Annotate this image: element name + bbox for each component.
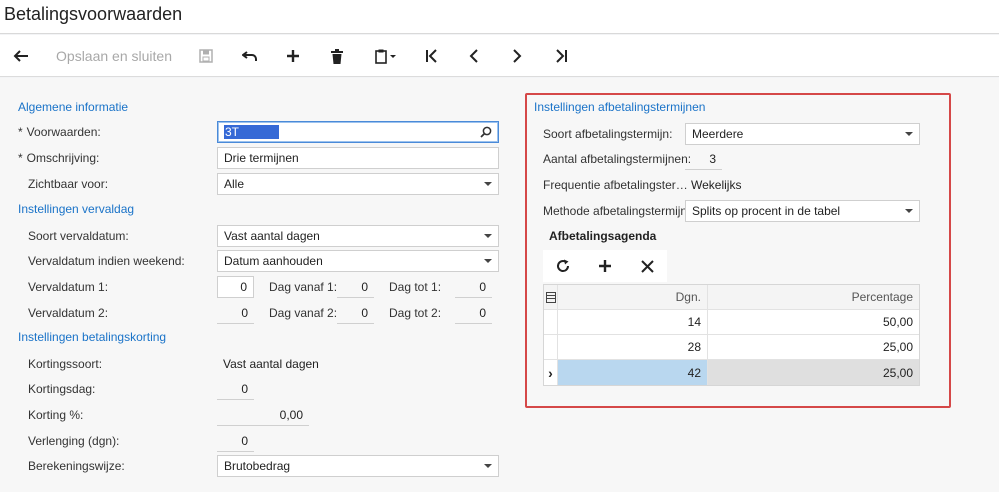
day-from-2-label: Dag vanaf 2: — [269, 306, 338, 320]
schedule-toolbar — [543, 250, 667, 282]
trash-icon[interactable] — [327, 43, 347, 69]
day-from-1-label: Dag vanaf 1: — [269, 280, 338, 294]
add-row-icon[interactable] — [595, 256, 615, 276]
table-row[interactable]: › 42 25,00 — [544, 360, 919, 385]
day-from-2-input[interactable]: 0 — [337, 302, 374, 324]
discount-type-label: Kortingssoort: — [28, 357, 103, 371]
discount-pct-input[interactable]: 0,00 — [217, 404, 309, 426]
chevron-down-icon — [484, 259, 492, 263]
day-from-1-input[interactable]: 0 — [337, 276, 374, 298]
installment-type-label: Soort afbetalingstermijn: — [543, 127, 673, 141]
visible-for-label: Zichtbaar voor: — [28, 177, 109, 191]
description-label: * Omschrijving: — [18, 151, 100, 165]
last-record-icon[interactable] — [551, 43, 571, 69]
due-settings-header: Instellingen vervaldag — [18, 202, 135, 216]
installment-count-input[interactable]: 3 — [685, 148, 722, 170]
calculation-method-label: Berekeningswijze: — [28, 459, 125, 473]
percentage-column-header[interactable]: Percentage — [708, 285, 919, 309]
table-row[interactable]: 14 50,00 — [544, 310, 919, 335]
installment-method-label: Methode afbetalingstermijn: — [543, 204, 691, 218]
search-icon[interactable] — [480, 126, 492, 138]
installment-frequency-value[interactable]: Wekelijks — [685, 174, 805, 196]
due-type-select[interactable]: Vast aantal dagen — [217, 225, 499, 247]
general-info-header: Algemene informatie — [18, 100, 129, 114]
chevron-down-icon — [484, 182, 492, 186]
percentage-cell[interactable]: 25,00 — [708, 335, 919, 359]
grid-header-row: Dgn. Percentage — [544, 285, 919, 310]
undo-icon[interactable] — [240, 43, 260, 69]
days-cell[interactable]: 28 — [558, 335, 708, 359]
title-bar: Betalingsvoorwaarden — [0, 0, 999, 34]
due-date-1-label: Vervaldatum 1: — [28, 280, 109, 294]
refresh-icon[interactable] — [553, 256, 573, 276]
chevron-down-icon — [484, 234, 492, 238]
clipboard-icon[interactable] — [370, 43, 402, 69]
percentage-cell[interactable]: 25,00 — [708, 360, 919, 385]
installment-count-label: Aantal afbetalingstermijnen: — [543, 152, 692, 166]
day-to-2-input[interactable]: 0 — [455, 302, 492, 324]
first-record-icon[interactable] — [422, 43, 442, 69]
active-row-indicator[interactable]: › — [544, 360, 558, 385]
due-date-1-input[interactable]: 0 — [217, 276, 254, 298]
day-to-1-input[interactable]: 0 — [455, 276, 492, 298]
schedule-grid: Dgn. Percentage 14 50,00 28 25,00 › 42 2… — [543, 284, 920, 386]
day-to-2-label: Dag tot 2: — [389, 306, 442, 320]
description-input[interactable]: Drie termijnen — [217, 147, 499, 169]
discount-pct-label: Korting %: — [28, 408, 84, 422]
discount-type-value: Vast aantal dagen — [223, 357, 319, 371]
extension-days-label: Verlenging (dgn): — [28, 434, 120, 448]
form-content: Algemene informatie * Voorwaarden: 3T * Om… — [0, 78, 999, 492]
installment-settings-header: Instellingen afbetalingstermijnen — [534, 100, 706, 114]
extension-days-input[interactable]: 0 — [217, 430, 254, 452]
page-title: Betalingsvoorwaarden — [4, 4, 183, 24]
visible-for-select[interactable]: Alle — [217, 173, 499, 195]
days-column-header[interactable]: Dgn. — [558, 285, 708, 309]
terms-input[interactable]: 3T — [217, 121, 499, 143]
weekend-due-label: Vervaldatum indien weekend: — [28, 254, 185, 268]
percentage-cell[interactable]: 50,00 — [708, 310, 919, 334]
day-to-1-label: Dag tot 1: — [389, 280, 442, 294]
plus-icon[interactable] — [283, 43, 303, 69]
chevron-down-icon — [905, 209, 913, 213]
row-selector[interactable] — [544, 335, 558, 359]
terms-label: * Voorwaarden: — [18, 125, 101, 139]
due-type-label: Soort vervaldatum: — [28, 229, 129, 243]
save-and-close-button[interactable]: Opslaan en sluiten — [52, 43, 176, 69]
weekend-due-select[interactable]: Datum aanhouden — [217, 250, 499, 272]
installment-frequency-label: Frequentie afbetalingster… — [543, 178, 688, 192]
discount-day-label: Kortingsdag: — [28, 382, 96, 396]
due-date-2-input[interactable]: 0 — [217, 302, 254, 324]
back-arrow-icon[interactable] — [10, 43, 32, 69]
installment-method-select[interactable]: Splits op procent in de tabel — [685, 200, 920, 222]
discount-day-input[interactable]: 0 — [217, 378, 254, 400]
chevron-down-icon — [484, 464, 492, 468]
row-selector[interactable] — [544, 310, 558, 334]
chevron-down-icon — [905, 132, 913, 136]
previous-icon[interactable] — [464, 43, 484, 69]
installment-type-select[interactable]: Meerdere — [685, 123, 920, 145]
days-cell[interactable]: 42 — [558, 360, 708, 385]
toolbar: Opslaan en sluiten — [0, 35, 999, 77]
grid-settings-icon[interactable] — [544, 285, 558, 309]
save-disk-icon[interactable] — [196, 43, 216, 69]
days-cell[interactable]: 14 — [558, 310, 708, 334]
next-icon[interactable] — [507, 43, 527, 69]
due-date-2-label: Vervaldatum 2: — [28, 306, 109, 320]
schedule-title: Afbetalingsagenda — [549, 229, 657, 243]
discount-settings-header: Instellingen betalingskorting — [18, 330, 167, 344]
calculation-method-select[interactable]: Brutobedrag — [217, 455, 499, 477]
delete-row-icon[interactable] — [637, 256, 657, 276]
table-row[interactable]: 28 25,00 — [544, 335, 919, 360]
